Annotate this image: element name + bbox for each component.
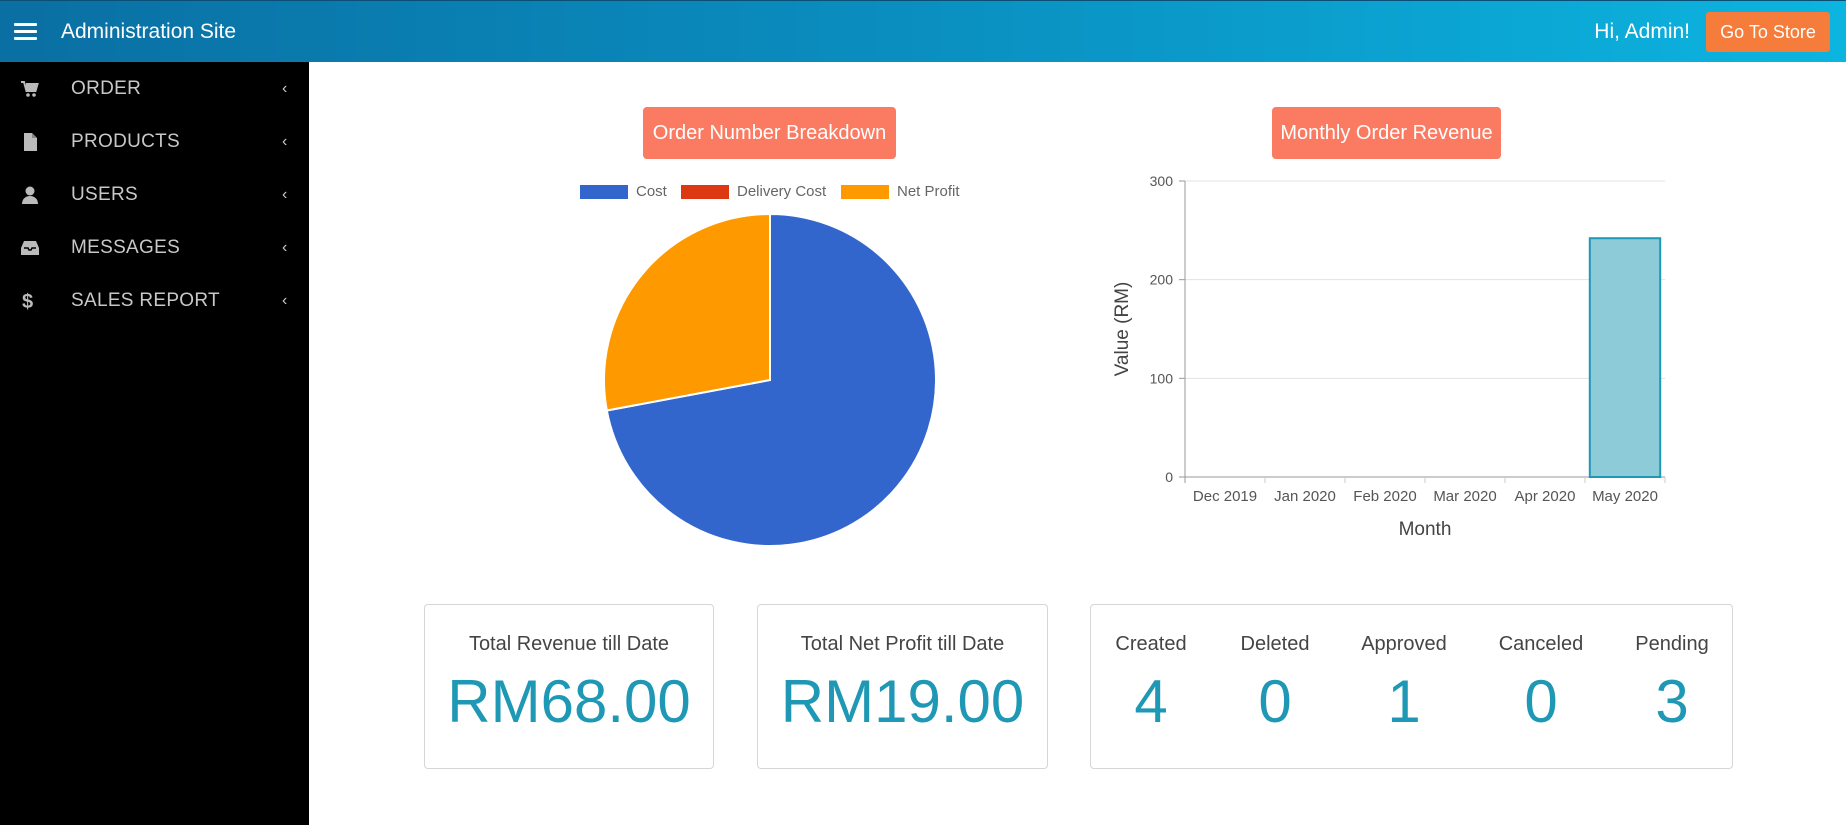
order-stat-label: Created bbox=[1115, 633, 1187, 655]
total-revenue-label: Total Revenue till Date bbox=[468, 633, 670, 655]
sidebar: ORDER ‹ PRODUCTS ‹ USERS ‹ MESSAGES ‹ $ … bbox=[0, 62, 309, 825]
legend-swatch bbox=[580, 184, 628, 199]
chevron-left-icon: ‹ bbox=[282, 79, 288, 97]
total-net-profit-value: RM19.00 bbox=[780, 668, 1025, 735]
order-stat-label: Deleted bbox=[1240, 633, 1310, 655]
sidebar-item-label: PRODUCTS bbox=[71, 130, 181, 152]
x-tick-label: May 2020 bbox=[1592, 488, 1658, 505]
inbox-icon bbox=[20, 238, 40, 258]
sidebar-item-messages[interactable]: MESSAGES ‹ bbox=[0, 221, 309, 274]
order-stat-value: 3 bbox=[1655, 668, 1689, 735]
pie-chart-title: Order Number Breakdown bbox=[643, 107, 896, 159]
pie-slice-net-profit[interactable] bbox=[603, 212, 771, 412]
sidebar-item-label: ORDER bbox=[71, 77, 142, 99]
sidebar-item-order[interactable]: ORDER ‹ bbox=[0, 62, 309, 115]
x-tick-label: Apr 2020 bbox=[1515, 488, 1576, 505]
sidebar-item-label: MESSAGES bbox=[71, 236, 181, 258]
chevron-left-icon: ‹ bbox=[282, 185, 288, 203]
y-tick-label: 200 bbox=[1150, 272, 1174, 288]
x-tick-label: Jan 2020 bbox=[1274, 488, 1336, 505]
order-stat-label: Pending bbox=[1635, 633, 1709, 655]
pie-chart bbox=[603, 212, 937, 547]
x-axis-title: Month bbox=[1399, 519, 1452, 540]
y-tick-label: 0 bbox=[1165, 469, 1173, 485]
sidebar-item-sales-report[interactable]: $ SALES REPORT ‹ bbox=[0, 274, 309, 327]
total-revenue-card: Total Revenue till Date RM68.00 bbox=[424, 604, 714, 769]
legend-item-net-profit[interactable]: Net Profit bbox=[841, 183, 960, 200]
legend-swatch bbox=[841, 184, 889, 199]
y-tick-label: 300 bbox=[1150, 173, 1174, 189]
order-stat-label: Canceled bbox=[1498, 633, 1584, 655]
go-to-store-button[interactable]: Go To Store bbox=[1706, 12, 1830, 52]
legend-item-cost[interactable]: Cost bbox=[580, 183, 667, 200]
y-axis-title: Value (RM) bbox=[1112, 282, 1133, 377]
cart-icon bbox=[20, 79, 40, 99]
total-net-profit-label: Total Net Profit till Date bbox=[800, 633, 1005, 655]
x-tick-label: Feb 2020 bbox=[1353, 488, 1416, 505]
bar-may-2020[interactable] bbox=[1588, 237, 1662, 478]
order-stat-pending: Pending 3 bbox=[1612, 605, 1732, 768]
chevron-left-icon: ‹ bbox=[282, 132, 288, 150]
order-stat-value: 0 bbox=[1258, 668, 1292, 735]
total-revenue-value: RM68.00 bbox=[447, 668, 691, 735]
app-title: Administration Site bbox=[61, 20, 237, 43]
order-stat-label: Approved bbox=[1361, 633, 1447, 655]
legend-label: Delivery Cost bbox=[737, 183, 827, 200]
order-stat-canceled: Canceled 0 bbox=[1481, 605, 1601, 768]
order-stat-created: Created 4 bbox=[1091, 605, 1211, 768]
file-icon bbox=[20, 132, 40, 152]
legend-item-delivery-cost[interactable]: Delivery Cost bbox=[681, 183, 826, 200]
user-greeting: Hi, Admin! bbox=[1594, 20, 1690, 43]
chevron-left-icon: ‹ bbox=[282, 291, 288, 309]
order-stat-deleted: Deleted 0 bbox=[1215, 605, 1335, 768]
order-status-card: Created 4 Deleted 0 Approved 1 Canceled … bbox=[1090, 604, 1733, 769]
chevron-left-icon: ‹ bbox=[282, 238, 288, 256]
sidebar-item-products[interactable]: PRODUCTS ‹ bbox=[0, 115, 309, 168]
order-stat-value: 4 bbox=[1134, 668, 1168, 735]
x-tick-label: Dec 2019 bbox=[1193, 488, 1257, 505]
bar-chart: 0 100 200 300 Dec 2019 Jan 2020 Feb 2020 Mar 20… bbox=[1112, 173, 1666, 540]
user-icon bbox=[20, 185, 40, 205]
order-stat-approved: Approved 1 bbox=[1344, 605, 1464, 768]
y-tick-label: 100 bbox=[1150, 370, 1174, 386]
legend-label: Cost bbox=[636, 183, 667, 200]
dollar-icon: $ bbox=[22, 290, 34, 313]
sidebar-item-users[interactable]: USERS ‹ bbox=[0, 168, 309, 221]
order-stat-value: 0 bbox=[1524, 668, 1558, 735]
order-stat-value: 1 bbox=[1387, 668, 1421, 735]
legend-swatch bbox=[681, 184, 729, 199]
sidebar-item-label: SALES REPORT bbox=[71, 289, 220, 311]
top-bar: Administration Site Hi, Admin! Go To Sto… bbox=[0, 0, 1846, 62]
menu-icon[interactable] bbox=[14, 23, 37, 40]
legend-label: Net Profit bbox=[897, 183, 960, 200]
sidebar-item-label: USERS bbox=[71, 183, 138, 205]
bar-chart-title: Monthly Order Revenue bbox=[1272, 107, 1501, 159]
x-tick-label: Mar 2020 bbox=[1433, 488, 1496, 505]
total-net-profit-card: Total Net Profit till Date RM19.00 bbox=[757, 604, 1048, 769]
